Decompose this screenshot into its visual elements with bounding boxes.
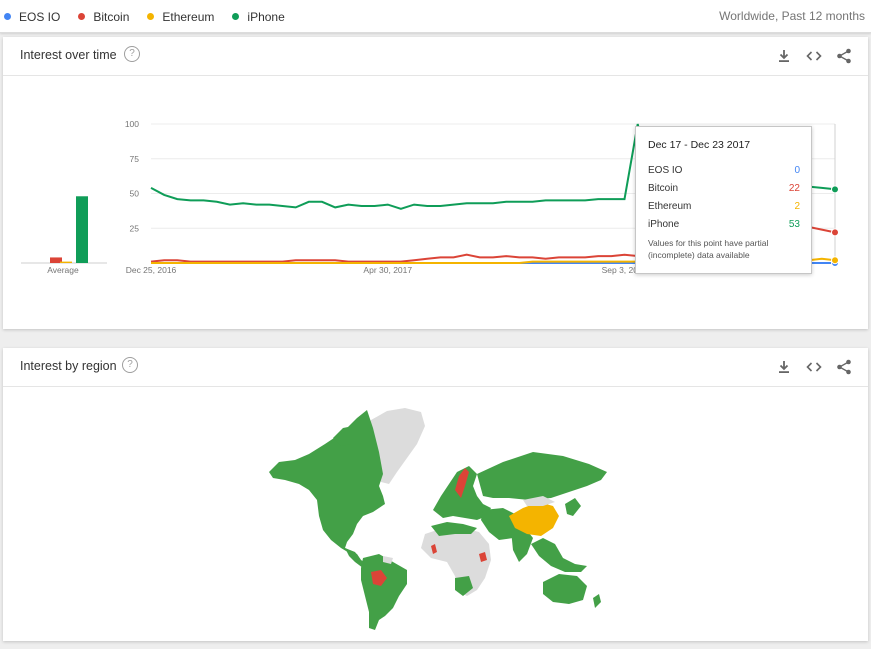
term-label: Bitcoin	[93, 9, 130, 24]
interest-by-region-card: Interest by region ?	[3, 348, 868, 641]
tooltip-value: 22	[788, 183, 800, 194]
term-label: Ethereum	[162, 9, 215, 24]
term-label: EOS IO	[19, 9, 61, 24]
series-point	[831, 228, 839, 237]
series-dot-icon	[232, 13, 240, 20]
tooltip-term: Bitcoin	[648, 183, 679, 194]
x-tick-label: Apr 30, 2017	[363, 265, 412, 275]
compare-terms-bar: EOS IO Bitcoin Ethereum iPhone Worldwide…	[0, 0, 871, 33]
tooltip-row-iphone: iPhone 53	[648, 219, 800, 230]
average-bar	[60, 261, 72, 263]
tooltip-date: Dec 17 - Dec 23 2017	[648, 139, 751, 151]
y-tick-label: 25	[130, 223, 140, 233]
region-southeast-asia[interactable]	[531, 538, 587, 572]
average-bar	[76, 196, 88, 263]
series-point	[831, 256, 839, 265]
term-iphone[interactable]: iPhone	[232, 9, 285, 24]
terms-legend: EOS IO Bitcoin Ethereum iPhone	[4, 0, 303, 33]
tooltip-term: iPhone	[648, 219, 680, 230]
region-japan[interactable]	[565, 498, 581, 516]
term-label: iPhone	[247, 9, 285, 24]
tooltip-term: EOS IO	[648, 165, 683, 176]
region-north-africa[interactable]	[431, 522, 477, 536]
y-tick-label: 100	[125, 119, 139, 129]
term-eos-io[interactable]: EOS IO	[4, 10, 60, 24]
world-map[interactable]	[3, 348, 868, 641]
tooltip-row-ethereum: Ethereum 2	[648, 201, 800, 212]
series-dot-icon	[78, 13, 86, 20]
average-label: Average	[47, 265, 79, 275]
chart-tooltip: Dec 17 - Dec 23 2017 EOS IO 0 Bitcoin 22…	[635, 126, 812, 274]
tooltip-row-eos-io: EOS IO 0	[648, 165, 800, 176]
series-dot-icon	[4, 13, 11, 20]
tooltip-term: Ethereum	[648, 201, 692, 212]
interest-over-time-card: Interest over time ? 25 50 75 100 Dec 25, 20…	[3, 37, 868, 329]
x-tick-label: Dec 25, 2016	[126, 265, 177, 275]
term-ethereum[interactable]: Ethereum	[147, 10, 214, 24]
scope-selector[interactable]: Worldwide, Past 12 months	[719, 0, 865, 33]
tooltip-value: 2	[794, 201, 800, 212]
region-new-zealand[interactable]	[593, 594, 601, 608]
tooltip-value: 0	[794, 165, 800, 176]
y-tick-label: 50	[130, 189, 140, 199]
region-south-america[interactable]	[361, 554, 407, 630]
term-bitcoin[interactable]: Bitcoin	[78, 10, 129, 24]
series-dot-icon	[147, 13, 155, 20]
series-point	[831, 185, 839, 194]
tooltip-note: Values for this point have partial (inco…	[648, 238, 769, 260]
region-north-america[interactable]	[269, 410, 385, 560]
region-russia[interactable]	[477, 452, 607, 500]
tooltip-value: 53	[788, 219, 800, 230]
y-tick-label: 75	[130, 154, 140, 164]
region-australia[interactable]	[543, 574, 587, 604]
tooltip-row-bitcoin: Bitcoin 22	[648, 183, 800, 194]
